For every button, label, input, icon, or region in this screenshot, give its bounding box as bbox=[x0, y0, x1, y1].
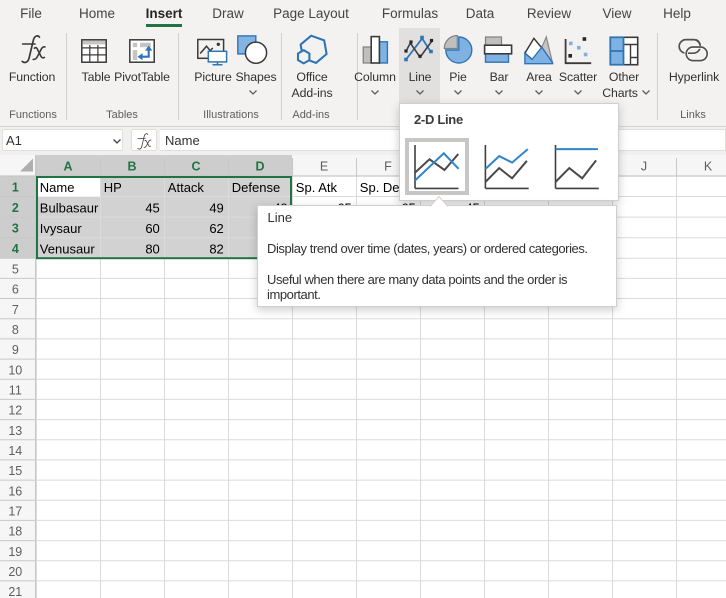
svg-text:HP: HP bbox=[104, 180, 122, 195]
svg-text:C: C bbox=[191, 160, 200, 174]
svg-text:J: J bbox=[641, 160, 647, 174]
svg-text:4: 4 bbox=[12, 242, 19, 256]
svg-text:6: 6 bbox=[12, 283, 19, 297]
svg-text:17: 17 bbox=[8, 505, 22, 519]
svg-text:80: 80 bbox=[145, 242, 159, 257]
svg-text:1: 1 bbox=[12, 181, 19, 195]
svg-text:F: F bbox=[384, 160, 392, 174]
svg-text:8: 8 bbox=[12, 323, 19, 337]
svg-text:14: 14 bbox=[8, 444, 22, 458]
svg-text:49: 49 bbox=[209, 200, 223, 215]
svg-text:13: 13 bbox=[8, 424, 22, 438]
svg-text:7: 7 bbox=[12, 303, 19, 317]
svg-text:82: 82 bbox=[209, 242, 223, 257]
svg-text:Attack: Attack bbox=[168, 180, 205, 195]
svg-text:10: 10 bbox=[8, 363, 22, 377]
svg-text:3: 3 bbox=[12, 222, 19, 236]
svg-text:Sp. Atk: Sp. Atk bbox=[296, 180, 338, 195]
svg-text:15: 15 bbox=[8, 464, 22, 478]
svg-text:18: 18 bbox=[8, 525, 22, 539]
svg-text:19: 19 bbox=[8, 545, 22, 559]
svg-text:Name: Name bbox=[40, 180, 75, 195]
svg-text:Ivysaur: Ivysaur bbox=[40, 221, 83, 236]
svg-text:D: D bbox=[255, 160, 264, 174]
svg-text:K: K bbox=[704, 160, 713, 174]
svg-text:16: 16 bbox=[8, 484, 22, 498]
svg-text:12: 12 bbox=[8, 404, 22, 418]
svg-text:B: B bbox=[127, 160, 136, 174]
svg-text:9: 9 bbox=[12, 343, 19, 357]
svg-text:60: 60 bbox=[145, 221, 159, 236]
svg-text:Bulbasaur: Bulbasaur bbox=[40, 200, 99, 215]
svg-text:Sp. Def: Sp. Def bbox=[360, 180, 404, 195]
svg-text:2: 2 bbox=[12, 201, 19, 215]
svg-text:20: 20 bbox=[8, 565, 22, 579]
svg-text:A: A bbox=[63, 160, 72, 174]
svg-text:45: 45 bbox=[145, 200, 159, 215]
svg-text:11: 11 bbox=[9, 384, 22, 398]
svg-text:Defense: Defense bbox=[232, 180, 280, 195]
svg-text:21: 21 bbox=[8, 585, 22, 598]
svg-text:E: E bbox=[320, 160, 328, 174]
svg-text:5: 5 bbox=[12, 263, 19, 277]
svg-text:Venusaur: Venusaur bbox=[40, 242, 96, 257]
svg-text:62: 62 bbox=[209, 221, 223, 236]
